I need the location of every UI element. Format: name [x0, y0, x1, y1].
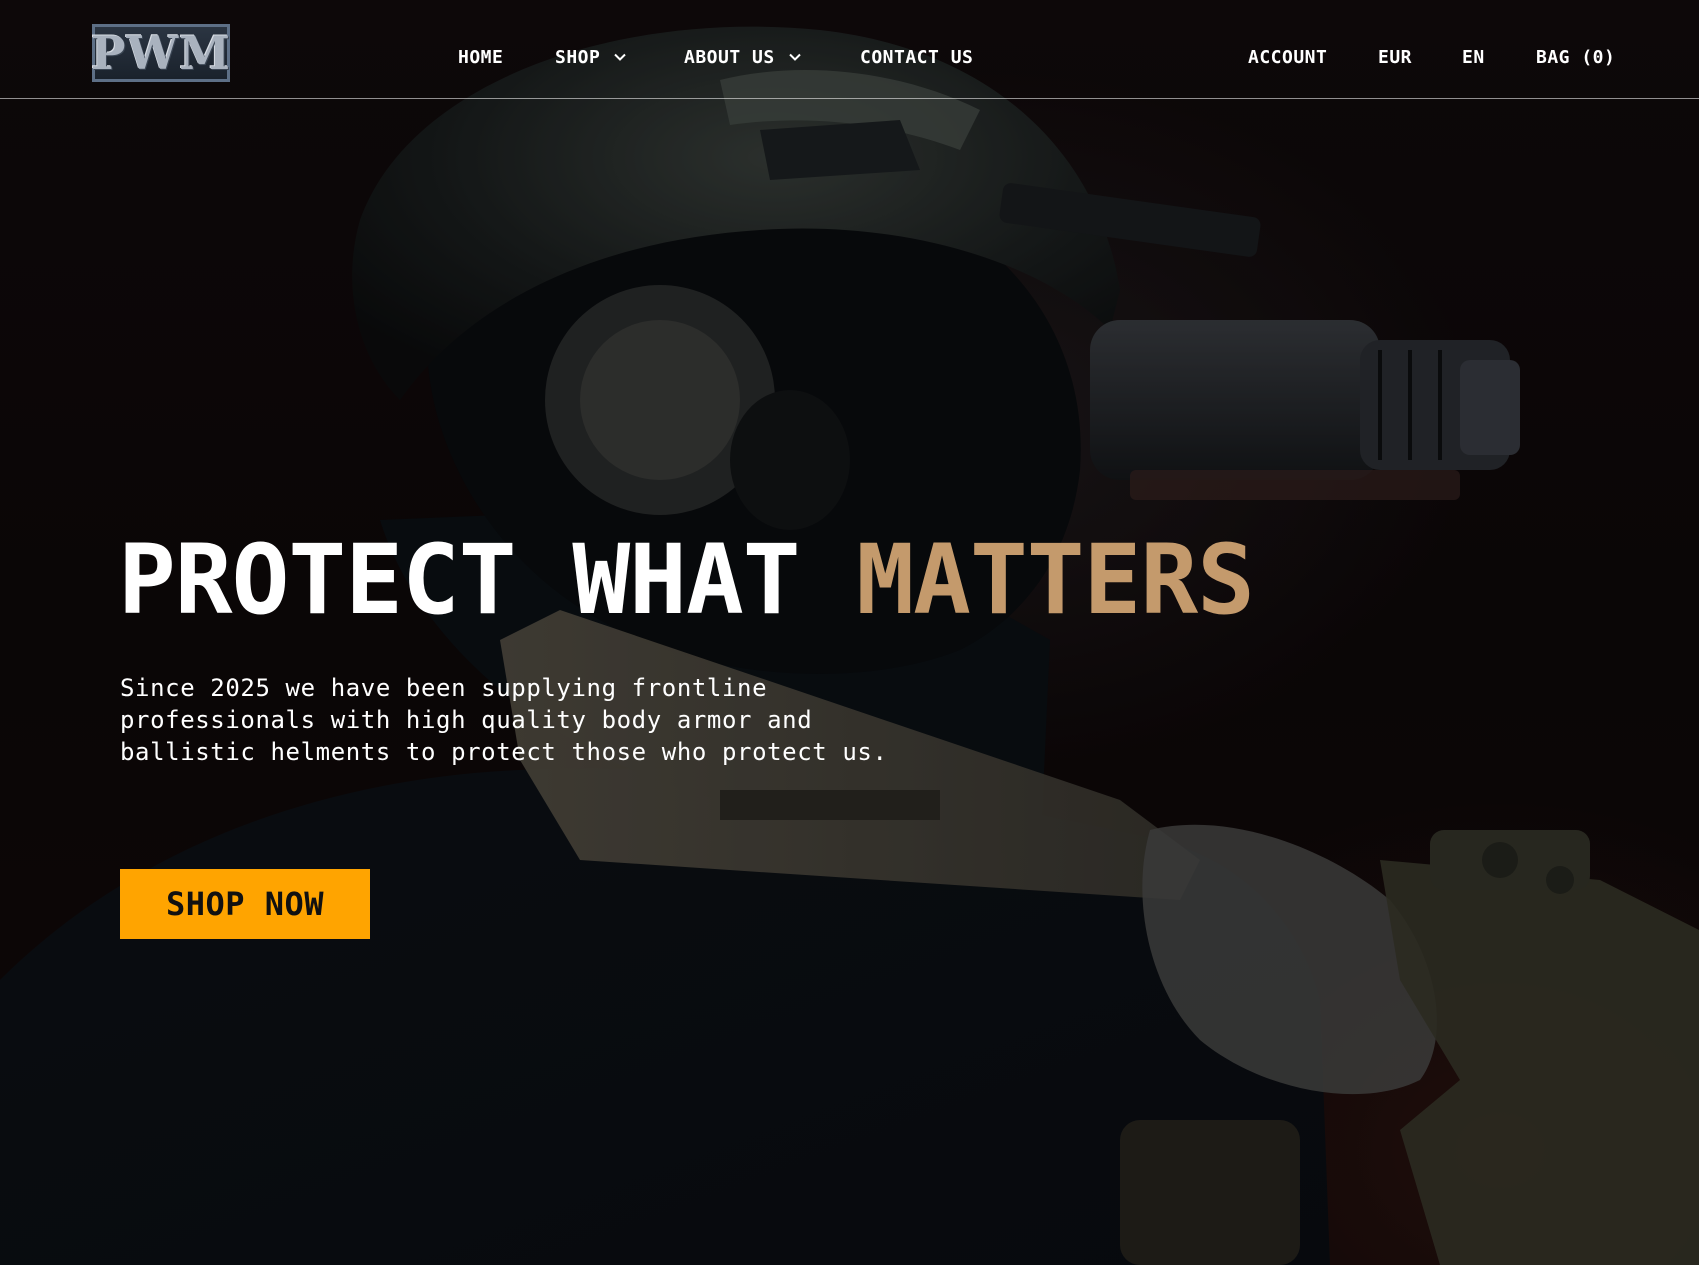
shop-now-button[interactable]: SHOP NOW: [120, 869, 370, 939]
page: PWM HOME SHOP ABOUT US CONTACT US ACCOUN…: [0, 0, 1699, 1265]
nav-shop-label: SHOP: [555, 46, 601, 68]
shop-now-label: SHOP NOW: [165, 885, 325, 923]
nav-home-label: HOME: [458, 46, 504, 68]
bag-link[interactable]: BAG (0): [1536, 47, 1615, 68]
chevron-down-icon: [614, 53, 627, 61]
nav-home-link[interactable]: HOME: [458, 47, 503, 68]
language-label: EN: [1462, 46, 1485, 68]
currency-label: EUR: [1378, 46, 1413, 68]
nav-about-label: ABOUT US: [684, 46, 775, 68]
language-selector[interactable]: EN: [1462, 47, 1485, 68]
hero-title: PROTECT WHAT MATTERS: [118, 530, 1255, 630]
hero-subtitle: Since 2025 we have been supplying frontl…: [120, 674, 888, 766]
main-nav: HOME SHOP ABOUT US CONTACT US ACCOUNT EU…: [0, 45, 1699, 69]
currency-selector[interactable]: EUR: [1378, 47, 1412, 68]
site-header: PWM HOME SHOP ABOUT US CONTACT US ACCOUN…: [0, 0, 1699, 99]
hero-title-main: PROTECT WHAT: [118, 524, 801, 636]
hero-title-accent: MATTERS: [856, 524, 1255, 636]
nav-contact-label: CONTACT US: [860, 46, 974, 68]
nav-about-link[interactable]: ABOUT US: [684, 47, 803, 68]
nav-shop-link[interactable]: SHOP: [555, 47, 628, 68]
chevron-down-icon: [788, 53, 801, 61]
nav-account-label: ACCOUNT: [1248, 46, 1328, 68]
bag-label: BAG (0): [1536, 46, 1616, 68]
nav-contact-link[interactable]: CONTACT US: [860, 47, 973, 68]
nav-account-link[interactable]: ACCOUNT: [1248, 47, 1327, 68]
